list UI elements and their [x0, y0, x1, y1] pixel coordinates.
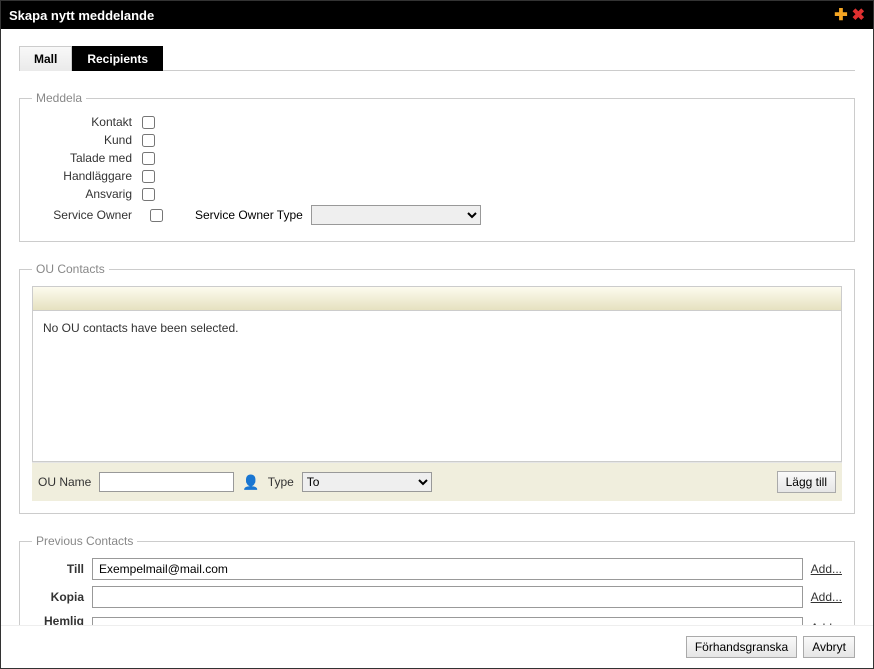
previous-contacts-fieldset: Previous Contacts Till Add... Kopia Add.…: [19, 534, 855, 625]
ou-empty-text: No OU contacts have been selected.: [43, 321, 238, 335]
titlebar: Skapa nytt meddelande ✚ ✖: [1, 1, 873, 29]
pc-input-kopia[interactable]: [92, 586, 803, 608]
pc-label-hemlig-kopia: Hemlig kopia: [32, 614, 84, 625]
meddela-label-ansvarig: Ansvarig: [32, 187, 142, 201]
previous-contacts-legend: Previous Contacts: [32, 534, 137, 548]
meddela-label-talade-med: Talade med: [32, 151, 142, 165]
ou-contacts-fieldset: OU Contacts No OU contacts have been sel…: [19, 262, 855, 514]
checkbox-kund[interactable]: [142, 134, 155, 147]
meddela-label-service-owner: Service Owner: [32, 208, 142, 222]
checkbox-service-owner[interactable]: [150, 209, 163, 222]
create-message-dialog: Skapa nytt meddelande ✚ ✖ Mall Recipient…: [0, 0, 874, 669]
pc-label-till: Till: [32, 562, 84, 576]
ou-contacts-legend: OU Contacts: [32, 262, 109, 276]
tab-mall[interactable]: Mall: [19, 46, 72, 71]
tabs: Mall Recipients: [19, 45, 855, 71]
meddela-label-handlaggare: Handläggare: [32, 169, 142, 183]
preview-button[interactable]: Förhandsgranska: [686, 636, 797, 658]
meddela-label-kontakt: Kontakt: [32, 115, 142, 129]
service-owner-type-select[interactable]: [311, 205, 481, 225]
ou-name-input[interactable]: [99, 472, 234, 492]
checkbox-talade-med[interactable]: [142, 152, 155, 165]
meddela-fieldset: Meddela Kontakt Kund Talade med Handlägg…: [19, 91, 855, 242]
pc-add-kopia[interactable]: Add...: [811, 590, 842, 604]
pc-input-till[interactable]: [92, 558, 803, 580]
plus-icon[interactable]: ✚: [834, 5, 847, 25]
pc-add-till[interactable]: Add...: [811, 562, 842, 576]
person-picker-icon[interactable]: 👤: [242, 474, 259, 491]
ou-type-select[interactable]: To: [302, 472, 432, 492]
meddela-label-kund: Kund: [32, 133, 142, 147]
pc-input-hemlig-kopia[interactable]: [92, 617, 803, 625]
tab-recipients[interactable]: Recipients: [72, 46, 163, 71]
service-owner-type-label: Service Owner Type: [195, 208, 303, 222]
checkbox-kontakt[interactable]: [142, 116, 155, 129]
close-icon[interactable]: ✖: [852, 5, 865, 25]
ou-add-button[interactable]: Lägg till: [777, 471, 836, 493]
cancel-button[interactable]: Avbryt: [803, 636, 855, 658]
dialog-footer: Förhandsgranska Avbryt: [1, 625, 873, 668]
window-title: Skapa nytt meddelande: [9, 8, 154, 23]
ou-type-label: Type: [268, 475, 294, 489]
ou-name-label: OU Name: [38, 475, 91, 489]
pc-label-kopia: Kopia: [32, 590, 84, 604]
checkbox-ansvarig[interactable]: [142, 188, 155, 201]
meddela-legend: Meddela: [32, 91, 86, 105]
ou-list-body: No OU contacts have been selected.: [33, 311, 841, 461]
ou-list-header: [33, 287, 841, 311]
checkbox-handlaggare[interactable]: [142, 170, 155, 183]
